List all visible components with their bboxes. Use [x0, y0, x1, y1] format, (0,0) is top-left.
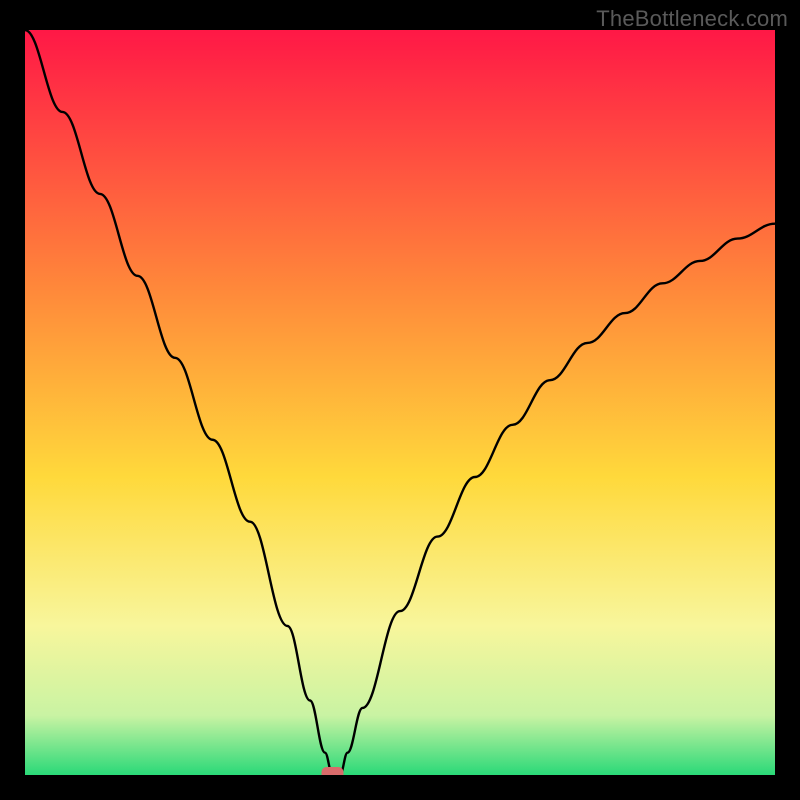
plot-area: [25, 30, 775, 775]
gradient-background: [25, 30, 775, 775]
minimum-marker-icon: [322, 767, 344, 775]
watermark-text: TheBottleneck.com: [596, 6, 788, 32]
plot-svg: [25, 30, 775, 775]
chart-frame: TheBottleneck.com: [0, 0, 800, 800]
